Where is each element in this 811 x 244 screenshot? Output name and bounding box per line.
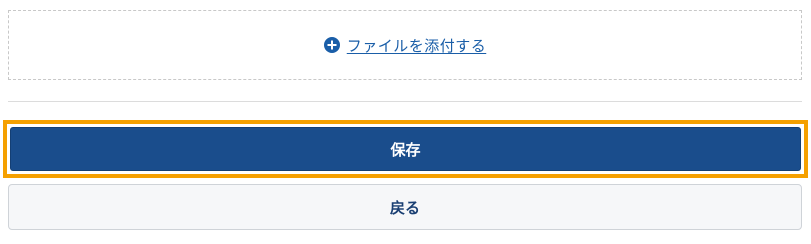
- attach-file-label: ファイルを添付する: [346, 36, 487, 55]
- save-button[interactable]: 保存: [10, 127, 801, 171]
- attach-file-link[interactable]: ファイルを添付する: [323, 35, 487, 56]
- file-attach-dropzone[interactable]: ファイルを添付する: [8, 10, 802, 80]
- form-footer: ファイルを添付する 保存 戻る: [0, 0, 811, 244]
- save-button-focus-ring: 保存: [3, 120, 808, 178]
- section-divider: [8, 101, 802, 102]
- back-button[interactable]: 戻る: [8, 184, 802, 230]
- plus-circle-icon: [323, 37, 340, 53]
